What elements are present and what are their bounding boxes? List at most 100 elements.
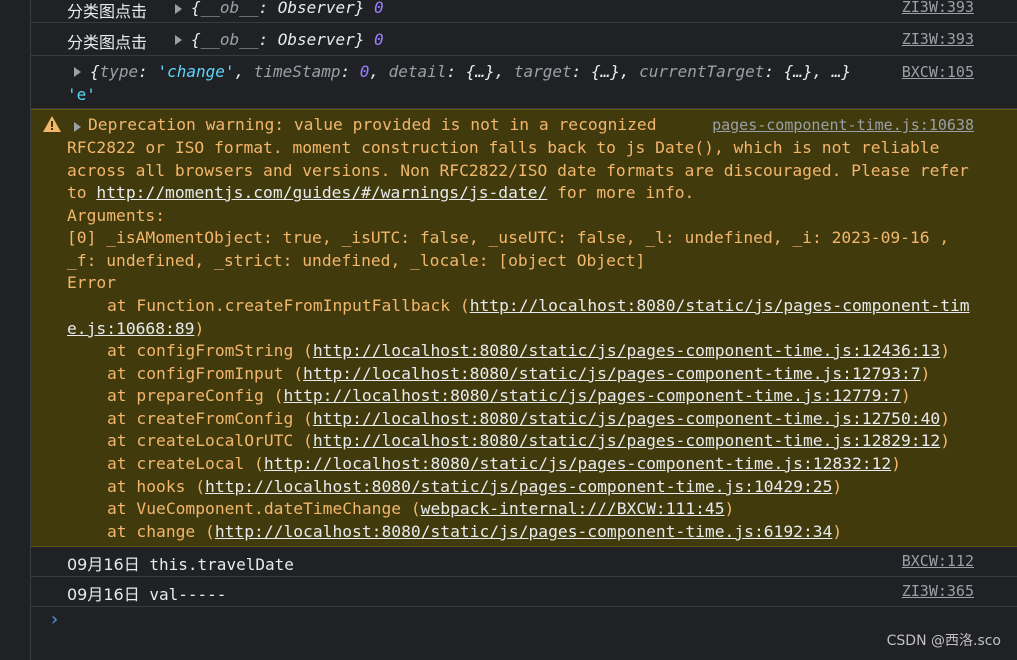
key-type: type xyxy=(99,62,139,81)
key-current-target: currentTarget xyxy=(639,62,765,81)
arguments-label: Arguments: xyxy=(67,206,166,225)
arguments-line-1: [0] _isAMomentObject: true, _isUTC: fals… xyxy=(67,228,950,247)
brace-open: { xyxy=(90,62,100,81)
stack-close: ) xyxy=(940,431,951,450)
source-link[interactable]: ZI3W:365 xyxy=(902,582,974,600)
brace-open: { xyxy=(191,0,201,17)
stack-url-link[interactable]: http://localhost:8080/static/js/pages-co… xyxy=(313,341,940,360)
comma: , xyxy=(494,62,514,81)
colon: : xyxy=(764,62,784,81)
stack-close: ) xyxy=(832,522,843,541)
value-current-target: {…} xyxy=(783,62,813,81)
warning-line-2: RFC2822 or ISO format. moment constructi… xyxy=(67,138,940,157)
stack-frame: at createLocalOrUTC (http://localhost:80… xyxy=(107,431,950,450)
log-row-val[interactable]: 09月16日 val----- ZI3W:365 xyxy=(31,577,1017,607)
stack-url-link[interactable]: webpack-internal:///BXCW:111:45 xyxy=(421,499,725,518)
log-message: val----- xyxy=(149,585,227,604)
observer-object[interactable]: {__ob__: Observer} 0 xyxy=(191,30,384,49)
console-gutter xyxy=(0,0,31,660)
observer-object[interactable]: {__ob__: Observer} 0 xyxy=(191,0,384,17)
warning-line-1: Deprecation warning: value provided is n… xyxy=(88,115,657,134)
log-date: 09月16日 xyxy=(67,585,140,604)
stack-url-link[interactable]: http://localhost:8080/static/js/pages-co… xyxy=(470,296,970,315)
key-timestamp: timeStamp xyxy=(253,62,341,81)
warning-line-4-suffix: for more info. xyxy=(547,183,695,202)
expand-triangle-icon[interactable] xyxy=(175,35,182,45)
number-value: 0 xyxy=(374,30,384,49)
stack-frame: at hooks (http://localhost:8080/static/j… xyxy=(107,477,842,496)
source-link[interactable]: ZI3W:393 xyxy=(902,0,974,16)
colon: : xyxy=(571,62,591,81)
warning-line-4: to http://momentjs.com/guides/#/warnings… xyxy=(67,183,694,202)
momentjs-guide-link[interactable]: http://momentjs.com/guides/#/warnings/js… xyxy=(96,183,547,202)
devtools-console: 分类图点击 {__ob__: Observer} 0 ZI3W:393 分类图点… xyxy=(0,0,1017,660)
stack-url-link[interactable]: http://localhost:8080/static/js/pages-co… xyxy=(205,477,832,496)
stack-url-link[interactable]: http://localhost:8080/static/js/pages-co… xyxy=(264,454,891,473)
stack-close: ) xyxy=(724,499,735,518)
stack-close: ) xyxy=(194,319,205,338)
log-message: this.travelDate xyxy=(149,555,294,574)
event-object[interactable]: {type: 'change', timeStamp: 0, detail: {… xyxy=(90,62,851,81)
stack-close: ) xyxy=(940,341,951,360)
brace-close: } xyxy=(354,0,365,17)
comma: , xyxy=(812,62,832,81)
stack-frame: at change (http://localhost:8080/static/… xyxy=(107,522,842,541)
stack-fn: at configFromString ( xyxy=(107,341,313,360)
colon: : xyxy=(340,62,360,81)
expand-triangle-icon[interactable] xyxy=(175,4,182,14)
key-target: target xyxy=(513,62,572,81)
expand-triangle-icon[interactable] xyxy=(74,122,81,132)
log-row-category-click-2[interactable]: 分类图点击 {__ob__: Observer} 0 ZI3W:393 xyxy=(31,23,1017,56)
value-type: 'change' xyxy=(157,62,235,81)
stack-url-link[interactable]: http://localhost:8080/static/js/pages-co… xyxy=(215,522,833,541)
log-label: 分类图点击 xyxy=(67,33,148,52)
object-key: __ob__ xyxy=(200,0,259,17)
log-row-category-click-1[interactable]: 分类图点击 {__ob__: Observer} 0 ZI3W:393 xyxy=(31,0,1017,23)
stack-frame: at VueComponent.dateTimeChange (webpack-… xyxy=(107,499,734,518)
value-target: {…} xyxy=(590,62,620,81)
stack-url-link[interactable]: http://localhost:8080/static/js/pages-co… xyxy=(313,431,940,450)
comma: , xyxy=(619,62,640,81)
source-link[interactable]: BXCW:105 xyxy=(902,63,974,81)
number-value: 0 xyxy=(374,0,384,17)
warning-line-4-prefix: to xyxy=(67,183,97,202)
stack-close: ) xyxy=(832,477,843,496)
stack-close: ) xyxy=(901,386,911,405)
colon: : xyxy=(258,0,278,17)
warning-line-3: across all browsers and versions. Non RF… xyxy=(67,161,969,180)
object-key: __ob__ xyxy=(200,30,259,49)
stack-url-link[interactable]: http://localhost:8080/static/js/pages-co… xyxy=(283,386,901,405)
log-row-travel-date[interactable]: 09月16日 this.travelDate BXCW:112 xyxy=(31,547,1017,577)
error-label: Error xyxy=(67,273,117,292)
log-date: 09月16日 xyxy=(67,555,140,574)
warning-source-link[interactable]: pages-component-time.js:10638 xyxy=(712,116,974,134)
brace-open: { xyxy=(191,30,201,49)
stack-url-link-cont[interactable]: e.js:10668:89 xyxy=(67,319,194,338)
log-row-change-event[interactable]: {type: 'change', timeStamp: 0, detail: {… xyxy=(31,56,1017,109)
object-value: Observer xyxy=(277,0,355,17)
string-e: 'e' xyxy=(67,85,96,104)
stack-frame-cont: e.js:10668:89) xyxy=(67,319,204,338)
stack-fn: at createLocal ( xyxy=(107,454,264,473)
stack-url-link[interactable]: http://localhost:8080/static/js/pages-co… xyxy=(303,364,921,383)
stack-fn: at createFromConfig ( xyxy=(107,409,313,428)
log-label: 分类图点击 xyxy=(67,2,148,21)
value-detail: {…} xyxy=(465,62,495,81)
log-text: 09月16日 this.travelDate xyxy=(67,551,294,575)
stack-url-link[interactable]: http://localhost:8080/static/js/pages-co… xyxy=(313,409,940,428)
value-timestamp: 0 xyxy=(359,62,370,81)
key-detail: detail xyxy=(388,62,447,81)
colon: : xyxy=(446,62,466,81)
stack-frame: at configFromString (http://localhost:80… xyxy=(107,341,950,360)
source-link[interactable]: BXCW:112 xyxy=(902,552,974,570)
expand-triangle-icon[interactable] xyxy=(74,67,81,77)
stack-fn: at hooks ( xyxy=(107,477,206,496)
source-link[interactable]: ZI3W:393 xyxy=(902,30,974,48)
stack-fn: at Function.createFromInputFallback ( xyxy=(107,296,470,315)
stack-close: ) xyxy=(940,409,951,428)
console-prompt-chevron-icon[interactable]: › xyxy=(49,609,60,630)
warning-icon xyxy=(43,116,61,132)
deprecation-warning-message[interactable]: Deprecation warning: value provided is n… xyxy=(31,109,1017,547)
brace-close: } xyxy=(354,30,365,49)
comma: , xyxy=(369,62,389,81)
